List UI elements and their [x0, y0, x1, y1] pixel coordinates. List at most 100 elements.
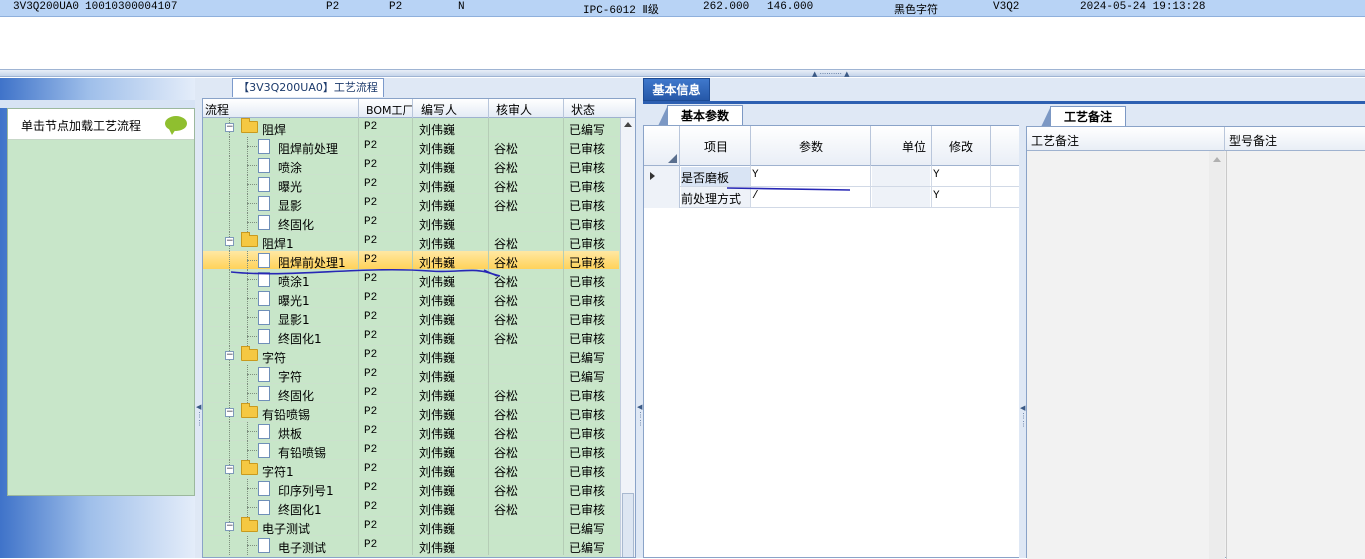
- bom-factory: P2: [364, 216, 378, 228]
- collapse-icon[interactable]: −: [225, 522, 234, 531]
- collapse-icon[interactable]: −: [225, 237, 234, 246]
- writer-name: 刘伟巍: [419, 332, 456, 346]
- process-note-area[interactable]: [1027, 151, 1209, 559]
- notes-scrollbar[interactable]: [1209, 151, 1225, 559]
- tree-step-row[interactable]: 终固化 P2 刘伟巍 已审核: [203, 213, 619, 232]
- flow-name: 显影1: [278, 313, 310, 327]
- document-icon: [258, 196, 270, 211]
- tree-step-row[interactable]: 终固化1 P2 刘伟巍 谷松 已审核: [203, 327, 619, 346]
- bom-factory: P2: [364, 254, 378, 266]
- param-value[interactable]: Y: [752, 169, 759, 181]
- writer-name: 刘伟巍: [419, 465, 456, 479]
- reviewer-name: 谷松: [494, 465, 519, 479]
- horizontal-splitter[interactable]: ▲ ·········· ▲: [0, 69, 1365, 78]
- col-item[interactable]: 项目: [704, 138, 728, 155]
- status-text: 已审核: [569, 180, 606, 194]
- scroll-thumb[interactable]: [622, 493, 634, 557]
- col-status[interactable]: 状态: [571, 101, 595, 118]
- tree-step-row[interactable]: 曝光1 P2 刘伟巍 谷松 已审核: [203, 289, 619, 308]
- flow-name: 电子测试: [278, 541, 327, 555]
- tree-group-row[interactable]: − 电子测试 P2 刘伟巍 已编写: [203, 517, 619, 536]
- selected-record-row[interactable]: 3V3Q200UA0 10010300004107 P2 P2 N IPC-60…: [0, 0, 1365, 17]
- param-unit[interactable]: [872, 187, 930, 207]
- tab-process-notes[interactable]: 工艺备注: [1041, 106, 1126, 127]
- param-item: 是否磨板: [681, 167, 750, 186]
- col-bom[interactable]: BOM工厂: [366, 102, 414, 118]
- flow-name: 阻焊前处理: [278, 142, 339, 156]
- collapse-icon[interactable]: −: [225, 351, 234, 360]
- tab-basic-info[interactable]: 基本信息: [643, 78, 710, 101]
- tree-step-row[interactable]: 有铅喷锡 P2 刘伟巍 谷松 已审核: [203, 441, 619, 460]
- folder-icon: [241, 346, 258, 361]
- reviewer-name: 谷松: [494, 161, 519, 175]
- left-splitter[interactable]: ◀ ⋮ ⋮: [195, 78, 203, 558]
- col-unit[interactable]: 单位: [902, 138, 926, 155]
- param-row[interactable]: 是否磨板 Y Y: [644, 166, 1020, 187]
- tree-vertical-scrollbar[interactable]: [620, 118, 635, 557]
- tree-step-row[interactable]: 终固化 P2 刘伟巍 谷松 已审核: [203, 384, 619, 403]
- tree-step-row[interactable]: 阻焊前处理 P2 刘伟巍 谷松 已审核: [203, 137, 619, 156]
- bom-factory: P2: [364, 387, 378, 399]
- status-text: 已审核: [569, 237, 606, 251]
- param-modify[interactable]: Y: [933, 169, 940, 181]
- param-row[interactable]: 前处理方式 / Y: [644, 187, 1020, 208]
- middle-splitter[interactable]: ◀ ⋮ ⋮: [636, 78, 644, 558]
- col-flow[interactable]: 流程: [205, 101, 229, 118]
- col-modify[interactable]: 修改: [949, 138, 973, 155]
- flow-name: 曝光1: [278, 294, 310, 308]
- folder-icon: [241, 118, 258, 133]
- scroll-up-icon[interactable]: [1213, 157, 1221, 162]
- tree-group-row[interactable]: − 有铅喷锡 P2 刘伟巍 谷松 已审核: [203, 403, 619, 422]
- param-unit[interactable]: [872, 166, 930, 186]
- tree-step-row[interactable]: 显影1 P2 刘伟巍 谷松 已审核: [203, 308, 619, 327]
- tree-step-row[interactable]: 字符 P2 刘伟巍 已编写: [203, 365, 619, 384]
- model-note-area[interactable]: [1226, 151, 1365, 559]
- tree-group-row[interactable]: − 字符 P2 刘伟巍 已编写: [203, 346, 619, 365]
- bom-factory: P2: [364, 311, 378, 323]
- document-icon: [258, 424, 270, 439]
- notes-grid: 工艺备注 型号备注: [1026, 126, 1365, 559]
- flow-name: 字符: [262, 351, 287, 365]
- tree-step-row[interactable]: 阻焊前处理1 P2 刘伟巍 谷松 已审核: [203, 251, 619, 270]
- col-writer[interactable]: 编写人: [421, 101, 457, 118]
- param-value[interactable]: /: [752, 190, 759, 202]
- col-model-note[interactable]: 型号备注: [1229, 132, 1277, 149]
- left-panel: 单击节点加载工艺流程: [0, 78, 198, 558]
- tree-group-row[interactable]: − 阻焊 P2 刘伟巍 已编写: [203, 118, 619, 137]
- col-param[interactable]: 参数: [799, 138, 823, 155]
- collapse-icon[interactable]: −: [225, 465, 234, 474]
- scroll-up-icon[interactable]: [624, 122, 632, 127]
- collapse-icon[interactable]: −: [225, 123, 234, 132]
- collapse-icon[interactable]: −: [225, 408, 234, 417]
- tree-step-row[interactable]: 电子测试 P2 刘伟巍 已编写: [203, 536, 619, 555]
- process-flow-panel: 【3V3Q200UA0】工艺流程 流程 BOM工厂 编写人 核审人 状态 − 阻焊…: [202, 78, 636, 558]
- tree-step-row[interactable]: 烘板 P2 刘伟巍 谷松 已审核: [203, 422, 619, 441]
- tree-step-row[interactable]: 喷涂1 P2 刘伟巍 谷松 已审核: [203, 270, 619, 289]
- bom-factory: P2: [364, 482, 378, 494]
- tree-step-row[interactable]: 喷涂 P2 刘伟巍 谷松 已审核: [203, 156, 619, 175]
- splitter-grip-icon[interactable]: ▲ ·········· ▲: [812, 70, 849, 78]
- reviewer-name: 谷松: [494, 313, 519, 327]
- tree-step-row[interactable]: 终固化1 P2 刘伟巍 谷松 已审核: [203, 498, 619, 517]
- param-modify[interactable]: Y: [933, 190, 940, 202]
- bom-factory: P2: [364, 463, 378, 475]
- process-flow-title-tab[interactable]: 【3V3Q200UA0】工艺流程: [232, 78, 384, 97]
- writer-name: 刘伟巍: [419, 522, 456, 536]
- tree-group-row[interactable]: − 字符1 P2 刘伟巍 谷松 已审核: [203, 460, 619, 479]
- tab-basic-params[interactable]: 基本参数: [658, 105, 743, 126]
- tree-step-row[interactable]: 显影 P2 刘伟巍 谷松 已审核: [203, 194, 619, 213]
- select-all-corner[interactable]: [668, 154, 677, 163]
- document-icon: [258, 139, 270, 154]
- param-item: 前处理方式: [681, 187, 750, 207]
- flow-name: 有铅喷锡: [278, 446, 327, 460]
- tree-step-row[interactable]: 印序列号1 P2 刘伟巍 谷松 已审核: [203, 479, 619, 498]
- right-splitter[interactable]: ◀ ⋮ ⋮: [1019, 104, 1027, 558]
- writer-name: 刘伟巍: [419, 503, 456, 517]
- col-reviewer[interactable]: 核审人: [496, 101, 532, 118]
- tree-step-row[interactable]: 曝光 P2 刘伟巍 谷松 已审核: [203, 175, 619, 194]
- tree-group-row[interactable]: − 阻焊1 P2 刘伟巍 谷松 已审核: [203, 232, 619, 251]
- bom-factory: P2: [364, 349, 378, 361]
- col-process-note[interactable]: 工艺备注: [1031, 132, 1079, 149]
- load-process-button[interactable]: 单击节点加载工艺流程: [8, 109, 194, 140]
- reviewer-name: 谷松: [494, 180, 519, 194]
